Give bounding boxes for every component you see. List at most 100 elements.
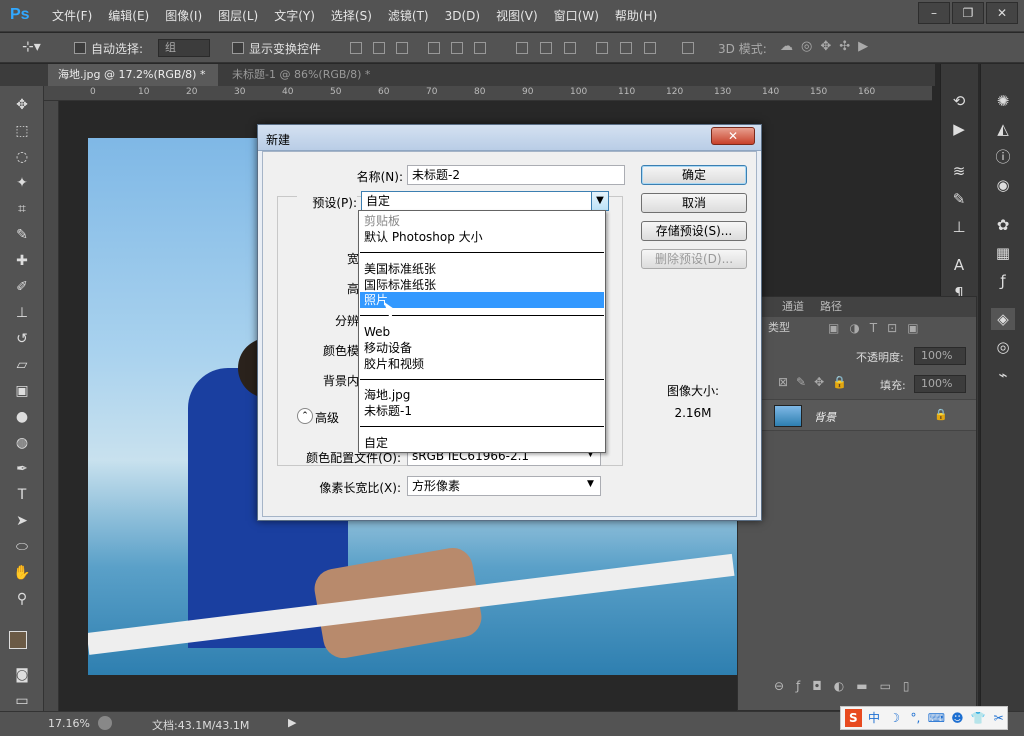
lock-icons[interactable]: ⊠✎✥🔒 bbox=[778, 375, 855, 389]
auto-align-icon[interactable] bbox=[682, 42, 694, 54]
move-tool-icon[interactable]: ✥ bbox=[10, 94, 34, 116]
cancel-button[interactable]: 取消 bbox=[641, 193, 747, 213]
layer-row-background[interactable]: 背景 🔒 bbox=[738, 399, 976, 431]
menu-type[interactable]: 文字(Y) bbox=[266, 0, 323, 32]
screen-mode-icon[interactable]: ▭ bbox=[10, 690, 34, 712]
brush-panel-icon[interactable]: ✎ bbox=[947, 188, 971, 210]
preset-dropdown-arrow-icon[interactable]: ▼ bbox=[591, 192, 608, 210]
punctuation-icon[interactable]: °, bbox=[907, 709, 924, 727]
zoom-tool-icon[interactable]: ⚲ bbox=[10, 588, 34, 610]
close-window-icon[interactable]: ✕ bbox=[986, 2, 1018, 24]
menu-image[interactable]: 图像(I) bbox=[157, 0, 210, 32]
adjustments-icon[interactable]: ƒ bbox=[991, 270, 1015, 292]
history-brush-icon[interactable]: ↺ bbox=[10, 328, 34, 350]
kuler-icon[interactable]: ◉ bbox=[991, 174, 1015, 196]
menu-select[interactable]: 选择(S) bbox=[323, 0, 380, 32]
path-select-icon[interactable]: ➤ bbox=[10, 510, 34, 532]
distribute-top-icon[interactable] bbox=[516, 42, 528, 54]
menu-filter[interactable]: 滤镜(T) bbox=[380, 0, 437, 32]
keyboard-icon[interactable]: ⌨ bbox=[928, 709, 945, 727]
opacity-field[interactable]: 100% bbox=[914, 347, 966, 365]
gradient-tool-icon[interactable]: ▣ bbox=[10, 380, 34, 402]
advanced-label[interactable]: 高级 bbox=[315, 409, 345, 426]
tab-channels[interactable]: 通道 bbox=[774, 297, 812, 317]
layer-filter-kind[interactable]: 类型 bbox=[768, 319, 790, 335]
history-panel-icon[interactable]: ⟲ bbox=[947, 90, 971, 112]
align-vcenter-icon[interactable] bbox=[373, 42, 385, 54]
skin-icon[interactable]: 👕 bbox=[970, 709, 987, 727]
menu-help[interactable]: 帮助(H) bbox=[607, 0, 665, 32]
distribute-bottom-icon[interactable] bbox=[564, 42, 576, 54]
dropdown-item-haidi-jpg[interactable]: 海地.jpg bbox=[360, 387, 604, 403]
minimize-icon[interactable]: – bbox=[918, 2, 950, 24]
swatches-icon[interactable]: ✿ bbox=[991, 214, 1015, 236]
styles-panel-icon[interactable]: ▦ bbox=[991, 242, 1015, 264]
align-bottom-icon[interactable] bbox=[396, 42, 408, 54]
tools-icon[interactable]: ✂ bbox=[990, 709, 1007, 727]
zoom-level[interactable]: 17.16% bbox=[48, 717, 90, 730]
restore-icon[interactable]: ❐ bbox=[952, 2, 984, 24]
brush-tool-icon[interactable]: ✐ bbox=[10, 276, 34, 298]
sogou-logo[interactable]: S bbox=[845, 709, 862, 727]
foreground-color-swatch[interactable] bbox=[9, 631, 27, 649]
show-transform-checkbox[interactable] bbox=[232, 42, 244, 54]
layer-filter-icons[interactable]: ▣◑T⊡▣ bbox=[828, 321, 929, 335]
auto-select-dropdown[interactable]: 组 bbox=[158, 39, 210, 57]
crop-tool-icon[interactable]: ⌗ bbox=[10, 198, 34, 220]
align-hcenter-icon[interactable] bbox=[451, 42, 463, 54]
advanced-toggle-icon[interactable]: ⌃ bbox=[297, 408, 313, 424]
save-preset-button[interactable]: 存储预设(S)... bbox=[641, 221, 747, 241]
dropdown-item-us-paper[interactable]: 美国标准纸张 bbox=[360, 261, 604, 277]
layer-footer-icons[interactable]: ⊖ƒ◘◐▬▭▯ bbox=[774, 679, 922, 693]
tab-untitled-1[interactable]: 未标题-1 @ 86%(RGB/8) * × bbox=[222, 64, 390, 103]
menu-3d[interactable]: 3D(D) bbox=[437, 0, 488, 32]
preset-select[interactable]: 自定 bbox=[361, 191, 609, 211]
blur-tool-icon[interactable]: ● bbox=[10, 406, 34, 428]
eraser-tool-icon[interactable]: ▱ bbox=[10, 354, 34, 376]
dialog-close-icon[interactable]: ✕ bbox=[711, 127, 755, 145]
3d-mode-icons[interactable]: ☁◎✥✣▶ bbox=[780, 39, 876, 54]
info-panel-icon[interactable]: ⓘ bbox=[991, 146, 1015, 168]
channels-panel-icon[interactable]: ◎ bbox=[991, 336, 1015, 358]
magic-wand-icon[interactable]: ✦ bbox=[10, 172, 34, 194]
dropdown-item-web[interactable]: Web bbox=[360, 324, 604, 340]
pixel-aspect-arrow-icon[interactable]: ▼ bbox=[587, 479, 594, 489]
distribute-left-icon[interactable] bbox=[596, 42, 608, 54]
dropdown-item-mobile[interactable]: 移动设备 bbox=[360, 340, 604, 356]
menu-file[interactable]: 文件(F) bbox=[44, 0, 100, 32]
align-top-icon[interactable] bbox=[350, 42, 362, 54]
tab-paths[interactable]: 路径 bbox=[812, 297, 850, 317]
paths-panel-icon[interactable]: ⌁ bbox=[991, 364, 1015, 386]
status-menu-arrow-icon[interactable]: ▶ bbox=[288, 716, 296, 729]
menu-layer[interactable]: 图层(L) bbox=[210, 0, 266, 32]
type-tool-icon[interactable]: T bbox=[10, 484, 34, 506]
dodge-tool-icon[interactable]: ◍ bbox=[10, 432, 34, 454]
healing-brush-icon[interactable]: ✚ bbox=[10, 250, 34, 272]
tab-haidi[interactable]: 海地.jpg @ 17.2%(RGB/8) * × bbox=[48, 64, 218, 103]
dropdown-item-custom[interactable]: 自定 bbox=[360, 435, 604, 451]
align-left-icon[interactable] bbox=[428, 42, 440, 54]
menu-view[interactable]: 视图(V) bbox=[488, 0, 546, 32]
histogram-icon[interactable]: ◭ bbox=[991, 118, 1015, 140]
dropdown-item-default[interactable]: 默认 Photoshop 大小 bbox=[360, 229, 604, 245]
menu-window[interactable]: 窗口(W) bbox=[546, 0, 607, 32]
dropdown-item-untitled-1[interactable]: 未标题-1 bbox=[360, 403, 604, 419]
share-icon[interactable] bbox=[98, 716, 112, 730]
align-right-icon[interactable] bbox=[474, 42, 486, 54]
dropdown-item-photo[interactable]: 照片 bbox=[360, 292, 604, 308]
menu-edit[interactable]: 编辑(E) bbox=[100, 0, 157, 32]
distribute-vcenter-icon[interactable] bbox=[540, 42, 552, 54]
actions-panel-icon[interactable]: ▶ bbox=[947, 118, 971, 140]
quick-mask-icon[interactable]: ◙ bbox=[10, 664, 34, 686]
stamp-tool-icon[interactable]: ⊥ bbox=[10, 302, 34, 324]
lasso-tool-icon[interactable]: ◌ bbox=[10, 146, 34, 168]
ok-button[interactable]: 确定 bbox=[641, 165, 747, 185]
dropdown-item-clipboard[interactable]: 剪贴板 bbox=[360, 213, 604, 229]
color-panel-icon[interactable]: ✺ bbox=[991, 90, 1015, 112]
shape-tool-icon[interactable]: ⬭ bbox=[10, 536, 34, 558]
dialog-titlebar[interactable]: 新建 ✕ bbox=[258, 125, 761, 151]
marquee-tool-icon[interactable]: ⬚ bbox=[10, 120, 34, 142]
distribute-hcenter-icon[interactable] bbox=[620, 42, 632, 54]
brush-presets-icon[interactable]: ≋ bbox=[947, 160, 971, 182]
dropdown-item-film-video[interactable]: 胶片和视频 bbox=[360, 356, 604, 372]
